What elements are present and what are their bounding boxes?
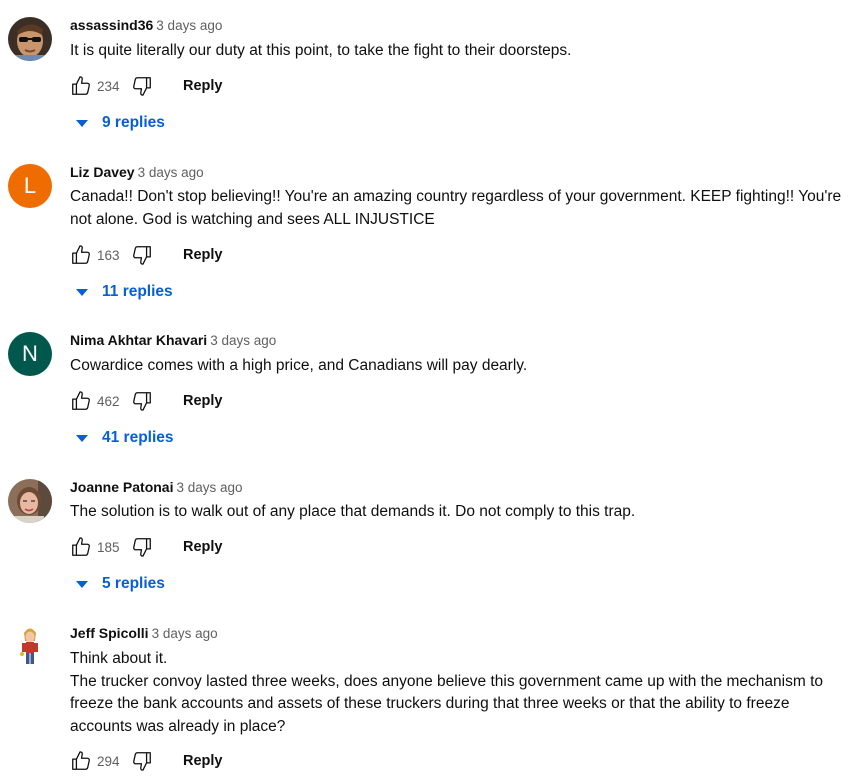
like-count: 462 bbox=[97, 393, 120, 409]
view-replies-button[interactable]: 9 replies bbox=[76, 111, 165, 135]
reply-button[interactable]: Reply bbox=[183, 247, 223, 263]
comment-line: The solution is to walk out of any place… bbox=[70, 503, 636, 520]
reply-button[interactable]: Reply bbox=[183, 78, 223, 94]
timestamp[interactable]: 3 days ago bbox=[156, 18, 222, 33]
dislike-button[interactable] bbox=[129, 74, 155, 98]
comment-line: not alone. God is watching and sees ALL … bbox=[70, 210, 435, 228]
comment-text: The solution is to walk out of any place… bbox=[70, 501, 848, 524]
view-replies-button[interactable]: 5 replies bbox=[76, 572, 165, 596]
dislike-button[interactable] bbox=[129, 243, 155, 267]
caret-down-icon bbox=[76, 119, 88, 127]
like-count: 163 bbox=[97, 247, 120, 263]
avatar-letter: L bbox=[23, 173, 37, 198]
timestamp[interactable]: 3 days ago bbox=[176, 480, 242, 495]
thumb-up-icon bbox=[72, 751, 90, 770]
timestamp[interactable]: 3 days ago bbox=[210, 333, 276, 348]
author-name[interactable]: Liz Davey bbox=[70, 164, 135, 180]
dislike-button[interactable] bbox=[129, 535, 155, 559]
like-button[interactable] bbox=[68, 749, 94, 773]
dislike-button[interactable] bbox=[129, 749, 155, 773]
like-button[interactable] bbox=[68, 74, 94, 98]
replies-count: 9 replies bbox=[102, 114, 165, 131]
comment-line: The trucker convoy lasted three weeks, d… bbox=[70, 672, 824, 690]
dislike-button[interactable] bbox=[129, 389, 155, 413]
timestamp[interactable]: 3 days ago bbox=[152, 626, 218, 641]
comment-text: It is quite literally our duty at this p… bbox=[70, 40, 848, 63]
view-replies-button[interactable]: 11 replies bbox=[76, 280, 173, 304]
comment-actions: 163 Reply bbox=[68, 243, 223, 267]
like-button[interactable] bbox=[68, 535, 94, 559]
cartoon-figure-avatar bbox=[8, 625, 52, 669]
author-name[interactable]: assassind36 bbox=[70, 17, 153, 33]
comment-header: Nima Akhtar Khavari 3 days ago bbox=[70, 332, 276, 348]
author-name[interactable]: Joanne Patonai bbox=[70, 479, 173, 495]
replies-count: 11 replies bbox=[102, 283, 173, 300]
comment-line: It is quite literally our duty at this p… bbox=[70, 42, 572, 59]
thumb-down-icon bbox=[133, 752, 151, 771]
sunglasses-man-avatar bbox=[8, 17, 52, 61]
thumb-down-icon bbox=[133, 246, 151, 265]
thumb-down-icon bbox=[133, 77, 151, 96]
caret-down-icon bbox=[76, 288, 88, 296]
author-name[interactable]: Jeff Spicolli bbox=[70, 625, 149, 641]
thumb-down-icon bbox=[133, 392, 151, 411]
comment-actions: 234 Reply bbox=[68, 74, 223, 98]
like-button[interactable] bbox=[68, 389, 94, 413]
avatar[interactable]: L bbox=[8, 164, 52, 208]
comment-header: assassind36 3 days ago bbox=[70, 17, 222, 33]
comment-text: Cowardice comes with a high price, and C… bbox=[70, 355, 848, 378]
replies-count: 41 replies bbox=[102, 429, 174, 446]
comment-header: Jeff Spicolli 3 days ago bbox=[70, 625, 218, 641]
comment-line: Canada!! Don't stop believing!! You're a… bbox=[70, 188, 842, 205]
timestamp[interactable]: 3 days ago bbox=[138, 165, 204, 180]
avatar[interactable] bbox=[8, 17, 52, 61]
reply-button[interactable]: Reply bbox=[183, 393, 223, 409]
caret-down-icon bbox=[76, 580, 88, 588]
avatar[interactable] bbox=[8, 479, 52, 523]
comment-line: accounts was already in place? bbox=[70, 717, 286, 735]
comment-line: Think about it. bbox=[70, 650, 168, 667]
replies-count: 5 replies bbox=[102, 575, 165, 592]
like-count: 234 bbox=[97, 78, 120, 94]
thumb-down-icon bbox=[133, 538, 151, 557]
caret-down-icon bbox=[76, 434, 88, 442]
view-replies-button[interactable]: 41 replies bbox=[76, 426, 174, 450]
reply-button[interactable]: Reply bbox=[183, 753, 223, 769]
reply-button[interactable]: Reply bbox=[183, 539, 223, 555]
thumb-up-icon bbox=[72, 245, 90, 264]
author-name[interactable]: Nima Akhtar Khavari bbox=[70, 332, 207, 348]
comment-line: Cowardice comes with a high price, and C… bbox=[70, 357, 528, 374]
woman-portrait-avatar bbox=[8, 479, 52, 523]
comment-line: freeze the bank accounts and assets of t… bbox=[70, 695, 790, 712]
comment-actions: 185 Reply bbox=[68, 535, 223, 559]
comment-actions: 462 Reply bbox=[68, 389, 223, 413]
like-count: 294 bbox=[97, 753, 120, 769]
comment-header: Joanne Patonai 3 days ago bbox=[70, 479, 243, 495]
avatar-letter: N bbox=[22, 341, 38, 366]
like-count: 185 bbox=[97, 539, 120, 555]
avatar[interactable]: N bbox=[8, 332, 52, 376]
comment-text: Think about it. The trucker convoy laste… bbox=[70, 648, 848, 738]
thumb-up-icon bbox=[72, 391, 90, 410]
comment-header: Liz Davey 3 days ago bbox=[70, 164, 204, 180]
thumb-up-icon bbox=[72, 76, 90, 95]
like-button[interactable] bbox=[68, 243, 94, 267]
comment-actions: 294 Reply bbox=[68, 749, 223, 773]
avatar[interactable] bbox=[8, 625, 52, 669]
comment-text: Canada!! Don't stop believing!! You're a… bbox=[70, 186, 848, 231]
thumb-up-icon bbox=[72, 537, 90, 556]
